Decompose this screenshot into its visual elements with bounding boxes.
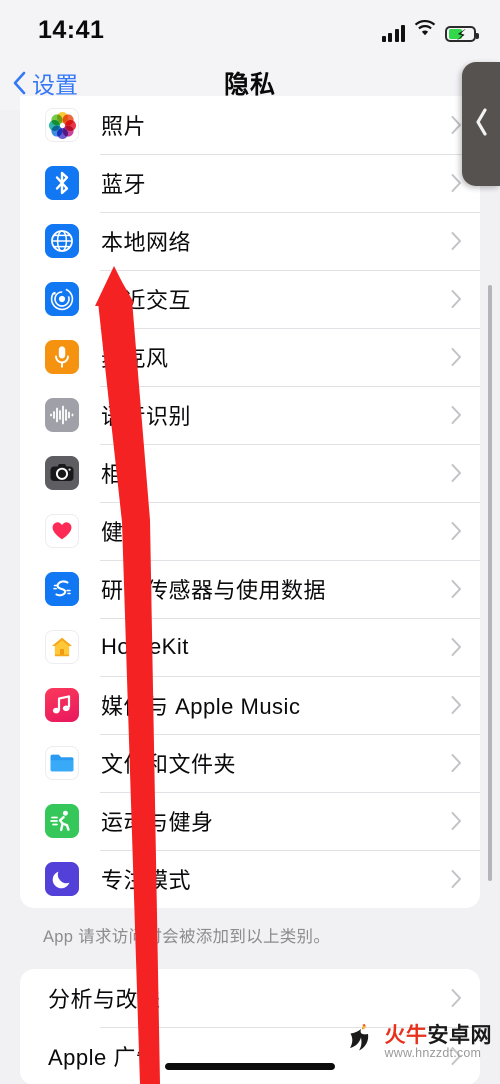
watermark-name: 火牛安卓网 bbox=[384, 1023, 493, 1047]
vertical-scrollbar[interactable] bbox=[488, 285, 492, 881]
fitness-runner-icon bbox=[45, 804, 79, 838]
chevron-right-icon bbox=[451, 638, 462, 657]
list-item-health[interactable]: 健康 bbox=[20, 502, 480, 560]
list-item-label: 语音识别 bbox=[101, 404, 192, 429]
chevron-right-icon bbox=[451, 174, 462, 193]
watermark-name-red: 火牛 bbox=[384, 1023, 428, 1047]
list-item-bluetooth[interactable]: 蓝牙 bbox=[20, 154, 480, 212]
chevron-right-icon bbox=[451, 348, 462, 367]
microphone-icon bbox=[45, 340, 79, 374]
moon-icon bbox=[45, 862, 79, 896]
list-item-label: 附近交互 bbox=[101, 288, 192, 313]
list-item-label: 照片 bbox=[101, 114, 147, 139]
research-sensor-icon bbox=[45, 572, 79, 606]
list-item-label: 蓝牙 bbox=[101, 172, 147, 197]
chevron-right-icon bbox=[451, 290, 462, 309]
privacy-category-list: 照片 蓝牙 本地网络 附近交互 麦克风 语音识别 相机 健康 研究传感器与使用数… bbox=[20, 96, 480, 908]
list-item-files-and-folders[interactable]: 文件和文件夹 bbox=[20, 734, 480, 792]
list-item-microphone[interactable]: 麦克风 bbox=[20, 328, 480, 386]
floating-back-button[interactable] bbox=[462, 62, 500, 186]
watermark: 火牛安卓网 www.hnzzdt.com bbox=[339, 1019, 493, 1066]
privacy-list-footnote: App 请求访问时会被添加到以上类别。 bbox=[43, 928, 331, 946]
list-item-nearby-interactions[interactable]: 附近交互 bbox=[20, 270, 480, 328]
chevron-right-icon bbox=[451, 406, 462, 425]
status-bar: 14:41 ⚡ bbox=[0, 0, 500, 56]
chevron-right-icon bbox=[451, 464, 462, 483]
folder-icon bbox=[45, 746, 79, 780]
home-icon bbox=[45, 630, 79, 664]
watermark-url: www.hnzzdt.com bbox=[384, 1045, 482, 1060]
chevron-right-icon bbox=[451, 754, 462, 773]
list-item-label: 文件和文件夹 bbox=[101, 752, 237, 777]
list-item-label: 健康 bbox=[101, 520, 147, 545]
list-item-media-apple-music[interactable]: 媒体与 Apple Music bbox=[20, 676, 480, 734]
chevron-right-icon bbox=[451, 696, 462, 715]
list-item-label: 本地网络 bbox=[101, 230, 192, 255]
list-item-photos[interactable]: 照片 bbox=[20, 96, 480, 154]
list-item-camera[interactable]: 相机 bbox=[20, 444, 480, 502]
list-item-research-sensor-data[interactable]: 研究传感器与使用数据 bbox=[20, 560, 480, 618]
list-item-label: 分析与改进 bbox=[48, 987, 161, 1012]
status-bar-clock: 14:41 bbox=[38, 16, 105, 44]
home-indicator[interactable] bbox=[165, 1063, 335, 1070]
cellular-bars-icon bbox=[381, 25, 405, 42]
wifi-icon bbox=[414, 19, 436, 42]
bull-flame-logo-icon bbox=[339, 1019, 381, 1066]
nearby-radar-icon bbox=[45, 282, 79, 316]
list-item-local-network[interactable]: 本地网络 bbox=[20, 212, 480, 270]
chevron-right-icon bbox=[451, 870, 462, 889]
list-item-label: 麦克风 bbox=[101, 346, 169, 371]
list-item-motion-fitness[interactable]: 运动与健身 bbox=[20, 792, 480, 850]
heart-icon bbox=[45, 514, 79, 548]
chevron-right-icon bbox=[451, 812, 462, 831]
list-item-focus[interactable]: 专注模式 bbox=[20, 850, 480, 908]
waveform-icon bbox=[45, 398, 79, 432]
list-item-speech-recognition[interactable]: 语音识别 bbox=[20, 386, 480, 444]
list-item-label: Apple 广告 bbox=[48, 1045, 159, 1070]
photos-icon bbox=[45, 108, 79, 142]
list-item-label: HomeKit bbox=[101, 634, 189, 659]
list-item-label: 媒体与 Apple Music bbox=[101, 694, 301, 719]
globe-icon bbox=[45, 224, 79, 258]
iphone-screen: 14:41 ⚡ 设置 隐私 照片 蓝牙 本地网络 附近交互 麦克风 语音识别 相… bbox=[0, 0, 500, 1084]
status-bar-icons: ⚡ bbox=[381, 19, 479, 44]
list-item-label: 运动与健身 bbox=[101, 810, 214, 835]
list-item-homekit[interactable]: HomeKit bbox=[20, 618, 480, 676]
chevron-right-icon bbox=[451, 116, 462, 135]
chevron-left-icon bbox=[473, 107, 489, 142]
list-item-label: 相机 bbox=[101, 462, 147, 487]
list-item-label: 研究传感器与使用数据 bbox=[101, 578, 327, 603]
battery-charging-icon: ⚡ bbox=[445, 26, 479, 44]
list-item-label: 专注模式 bbox=[101, 868, 192, 893]
music-note-icon bbox=[45, 688, 79, 722]
chevron-right-icon bbox=[451, 989, 462, 1008]
chevron-right-icon bbox=[451, 522, 462, 541]
watermark-name-black: 安卓网 bbox=[427, 1023, 492, 1047]
chevron-right-icon bbox=[451, 580, 462, 599]
settings-scroll-view[interactable]: 照片 蓝牙 本地网络 附近交互 麦克风 语音识别 相机 健康 研究传感器与使用数… bbox=[0, 96, 500, 1084]
bluetooth-icon bbox=[45, 166, 79, 200]
watermark-text: 火牛安卓网 www.hnzzdt.com bbox=[384, 1023, 493, 1060]
camera-icon bbox=[45, 456, 79, 490]
chevron-right-icon bbox=[451, 232, 462, 251]
